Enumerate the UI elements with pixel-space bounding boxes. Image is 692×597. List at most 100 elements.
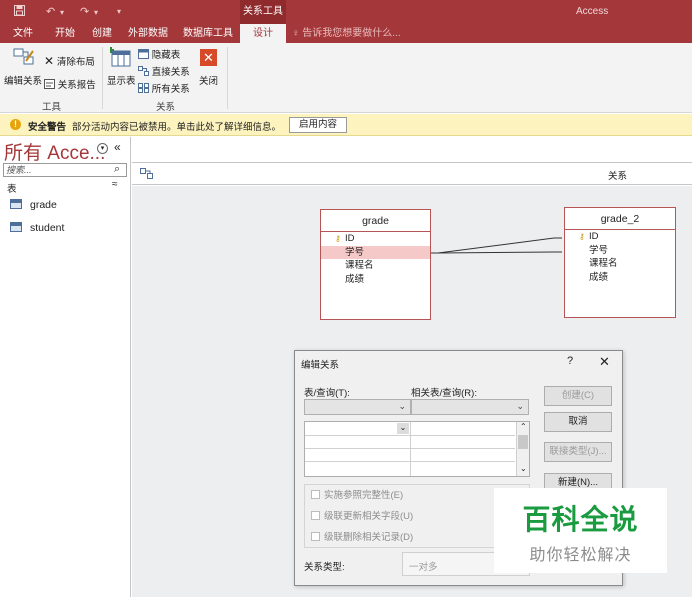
table-box-grade[interactable]: grade ⚷ ID 学号 课程名 成绩 bbox=[320, 209, 431, 320]
tab-file[interactable]: 文件 bbox=[11, 24, 35, 43]
show-table-button[interactable]: 显示表 bbox=[106, 47, 136, 89]
field-id[interactable]: ⚷ ID bbox=[321, 232, 430, 246]
field-student-no[interactable]: 学号 bbox=[321, 245, 430, 259]
security-warning-title: 安全警告 bbox=[28, 122, 67, 133]
field-label: 课程名 bbox=[345, 260, 374, 271]
checkbox-label: 级联删除相关记录(D) bbox=[324, 532, 414, 543]
nav-pane-title[interactable]: 所有 Acce... bbox=[4, 138, 105, 165]
close-icon[interactable]: ✕ bbox=[599, 354, 610, 370]
nav-search-input[interactable]: 搜索... bbox=[3, 163, 127, 177]
tell-me-box[interactable]: ♀ 告诉我您想要做什么... bbox=[292, 24, 401, 43]
scroll-up-icon[interactable]: ⌃ bbox=[520, 422, 527, 431]
save-icon[interactable] bbox=[14, 5, 25, 19]
ribbon: 编辑关系 ✕ 清除布局 关系报告 工具 显示表 隐藏表 直接关系 所有关系 ✕ … bbox=[0, 43, 692, 113]
relationship-join-line[interactable] bbox=[430, 230, 566, 260]
search-icon[interactable]: ⌕ bbox=[114, 163, 120, 176]
field-score[interactable]: 成绩 bbox=[565, 271, 675, 285]
table-query-select[interactable]: ⌄ bbox=[304, 399, 411, 415]
grid-scrollbar[interactable]: ⌃ ⌄ bbox=[516, 422, 529, 476]
field-label: 课程名 bbox=[589, 258, 618, 269]
redo-dropdown-icon[interactable]: ▾ bbox=[94, 8, 98, 17]
field-label: 学号 bbox=[589, 244, 609, 256]
collapse-pane-icon[interactable]: « bbox=[114, 140, 121, 154]
create-button[interactable]: 创建(C) bbox=[544, 386, 612, 406]
hide-table-label: 隐藏表 bbox=[151, 50, 181, 61]
field-label: ID bbox=[589, 231, 599, 242]
chevron-down-icon: ⌄ bbox=[398, 401, 406, 411]
checkbox-label: 级联更新相关字段(U) bbox=[324, 511, 414, 522]
table-box-grade-2[interactable]: grade_2 ⚷ ID 学号 课程名 成绩 bbox=[564, 207, 676, 318]
field-label: ID bbox=[345, 233, 355, 244]
watermark-logo: 百科全说 助你轻松解决 bbox=[494, 488, 667, 573]
app-title: Access bbox=[576, 6, 609, 17]
document-tab-label[interactable]: 关系 bbox=[608, 168, 627, 182]
nav-item-grade[interactable]: grade bbox=[10, 199, 57, 211]
close-relationships-button[interactable]: ✕ 关闭 bbox=[196, 47, 222, 89]
undo-dropdown-icon[interactable]: ▾ bbox=[60, 8, 64, 17]
scroll-thumb[interactable] bbox=[518, 435, 528, 449]
chevron-down-icon: ⌄ bbox=[516, 401, 524, 411]
all-relationships-icon bbox=[138, 83, 149, 93]
join-type-button[interactable]: 联接类型(J)... bbox=[544, 442, 612, 462]
checkbox-box bbox=[311, 490, 320, 499]
security-warning-message[interactable]: 部分活动内容已被禁用。单击此处了解详细信息。 bbox=[72, 119, 281, 133]
nav-item-student[interactable]: student bbox=[10, 222, 64, 234]
field-id[interactable]: ⚷ ID bbox=[565, 230, 675, 244]
edit-relationships-button[interactable]: 编辑关系 bbox=[4, 47, 42, 89]
undo-icon[interactable]: ↶ bbox=[46, 5, 55, 18]
direct-relationships-label: 直接关系 bbox=[151, 67, 190, 78]
all-relationships-button[interactable]: 所有关系 bbox=[138, 81, 190, 95]
direct-relationships-button[interactable]: 直接关系 bbox=[138, 64, 190, 78]
field-mapping-grid[interactable]: ⌄ ⌃ ⌄ bbox=[304, 421, 530, 477]
enable-content-button[interactable]: 启用内容 bbox=[289, 117, 347, 133]
tab-create[interactable]: 创建 bbox=[90, 24, 114, 43]
ribbon-tabs: 文件 开始 创建 外部数据 数据库工具 设计 ♀ 告诉我您想要做什么... bbox=[0, 24, 692, 43]
redo-icon[interactable]: ↷ bbox=[80, 5, 89, 18]
cancel-button[interactable]: 取消 bbox=[544, 412, 612, 432]
nav-item-label: grade bbox=[30, 199, 57, 211]
nav-menu-dropdown-icon[interactable]: ▾ bbox=[97, 143, 108, 154]
edit-relationships-icon bbox=[13, 48, 34, 65]
hide-table-icon bbox=[138, 49, 149, 59]
field-student-no[interactable]: 学号 bbox=[565, 244, 675, 258]
scroll-down-icon[interactable]: ⌄ bbox=[520, 464, 527, 473]
clear-layout-icon: ✕ bbox=[44, 54, 55, 68]
tab-design[interactable]: 设计 bbox=[240, 24, 286, 43]
lightbulb-icon: ♀ bbox=[292, 28, 300, 39]
navigation-pane: 所有 Acce... ▾ « 搜索... ⌕ 表 ≈ grade student bbox=[0, 137, 131, 597]
close-icon: ✕ bbox=[200, 49, 217, 66]
watermark-title: 百科全说 bbox=[522, 504, 639, 535]
field-label: 成绩 bbox=[345, 273, 365, 285]
watermark-subtitle: 助你轻松解决 bbox=[529, 547, 632, 564]
table-box-title[interactable]: grade_2 bbox=[565, 208, 675, 230]
checkbox-box bbox=[311, 532, 320, 541]
relationship-report-icon bbox=[44, 79, 55, 89]
all-relationships-label: 所有关系 bbox=[151, 84, 190, 95]
group-separator bbox=[227, 47, 228, 109]
enforce-integrity-checkbox[interactable]: 实施参照完整性(E) bbox=[311, 487, 403, 501]
relationships-tab-icon bbox=[140, 168, 153, 182]
cascade-update-checkbox[interactable]: 级联更新相关字段(U) bbox=[311, 508, 413, 522]
related-table-select[interactable]: ⌄ bbox=[411, 399, 529, 415]
nav-section-label[interactable]: 表 bbox=[7, 181, 17, 195]
cascade-delete-checkbox[interactable]: 级联删除相关记录(D) bbox=[311, 529, 413, 543]
checkbox-box bbox=[311, 511, 320, 520]
checkbox-label: 实施参照完整性(E) bbox=[324, 490, 404, 501]
field-course-name[interactable]: 课程名 bbox=[321, 259, 430, 273]
tab-external-data[interactable]: 外部数据 bbox=[126, 24, 170, 43]
table-icon bbox=[10, 199, 22, 209]
document-tab-bar: 关系 bbox=[132, 163, 692, 185]
tab-database-tools[interactable]: 数据库工具 bbox=[181, 24, 235, 43]
hide-table-button[interactable]: 隐藏表 bbox=[138, 47, 180, 61]
relationship-report-button[interactable]: 关系报告 bbox=[44, 77, 96, 91]
tab-home[interactable]: 开始 bbox=[53, 24, 77, 43]
field-label: 成绩 bbox=[589, 271, 609, 283]
section-collapse-icon[interactable]: ≈ bbox=[112, 179, 118, 190]
clear-layout-button[interactable]: ✕ 清除布局 bbox=[44, 54, 95, 68]
customize-qat-icon[interactable]: ▾ bbox=[117, 7, 121, 16]
table-box-title[interactable]: grade bbox=[321, 210, 430, 232]
field-course-name[interactable]: 课程名 bbox=[565, 257, 675, 271]
chevron-down-icon[interactable]: ⌄ bbox=[397, 423, 409, 434]
help-icon[interactable]: ? bbox=[567, 355, 573, 367]
field-score[interactable]: 成绩 bbox=[321, 273, 430, 287]
